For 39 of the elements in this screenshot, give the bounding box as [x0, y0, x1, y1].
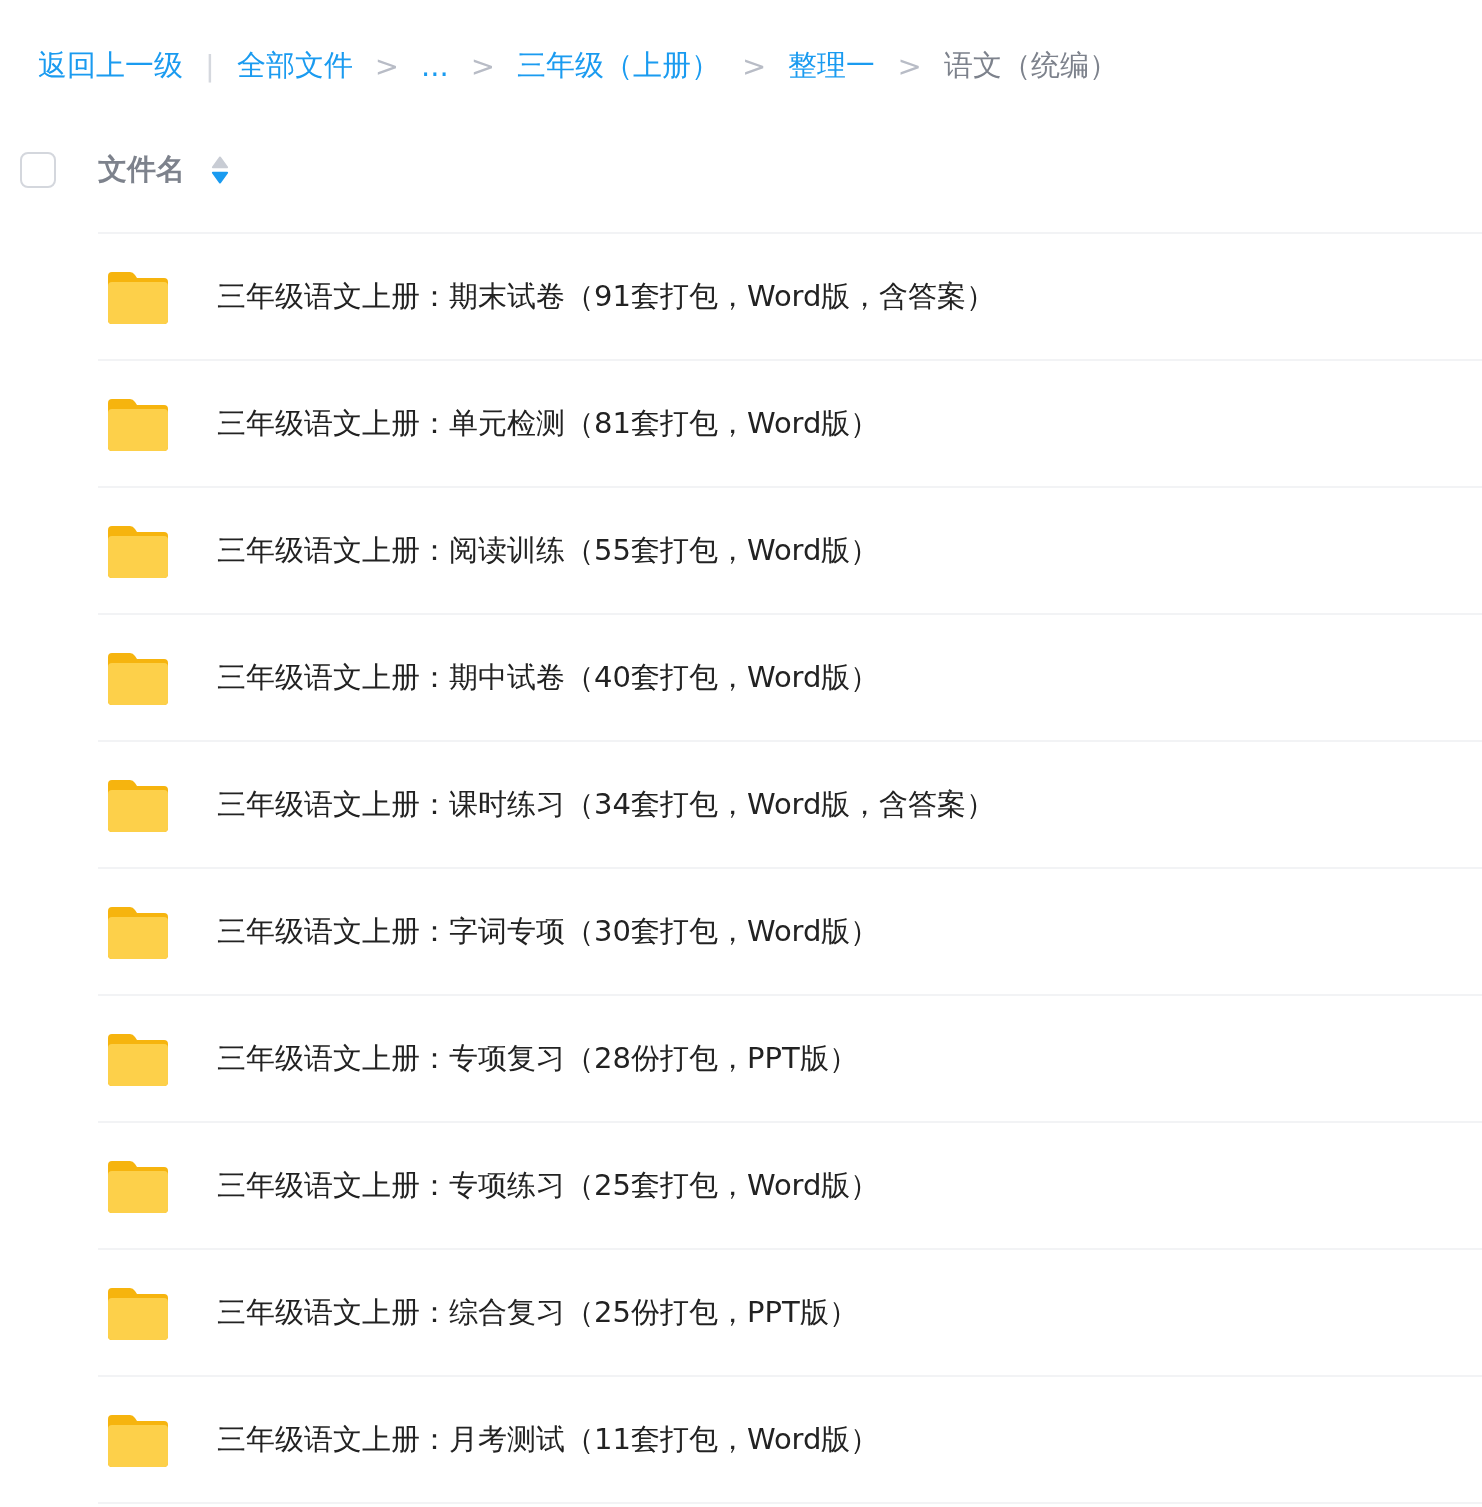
- file-name: 三年级语文上册：期中试卷（40套打包，Word版）: [217, 658, 880, 696]
- select-all-checkbox[interactable]: [20, 152, 56, 188]
- file-row[interactable]: 三年级语文上册：课时练习（34套打包，Word版，含答案）: [98, 742, 1482, 869]
- file-row[interactable]: 三年级语文上册：期中试卷（40套打包，Word版）: [98, 615, 1482, 742]
- file-name: 三年级语文上册：综合复习（25份打包，PPT版）: [217, 1293, 858, 1331]
- file-row[interactable]: 三年级语文上册：阅读训练（55套打包，Word版）: [98, 488, 1482, 615]
- file-name: 三年级语文上册：专项练习（25套打包，Word版）: [217, 1166, 880, 1204]
- file-name: 三年级语文上册：单元检测（81套打包，Word版）: [217, 404, 880, 442]
- breadcrumb-current: 语文（统编）: [943, 47, 1118, 84]
- folder-icon: [108, 650, 168, 705]
- column-header[interactable]: 文件名: [98, 150, 185, 190]
- file-name: 三年级语文上册：专项复习（28份打包，PPT版）: [217, 1039, 858, 1077]
- chevron-separator: >: [374, 49, 400, 83]
- file-row[interactable]: 三年级语文上册：月考测试（11套打包，Word版）: [98, 1377, 1482, 1504]
- folder-icon: [108, 1412, 168, 1467]
- file-row[interactable]: 三年级语文上册：期末试卷（91套打包，Word版，含答案）: [98, 234, 1482, 361]
- folder-icon: [108, 777, 168, 832]
- file-name: 三年级语文上册：月考测试（11套打包，Word版）: [217, 1420, 880, 1458]
- separator: |: [205, 49, 215, 83]
- file-row[interactable]: 三年级语文上册：综合复习（25份打包，PPT版）: [98, 1250, 1482, 1377]
- folder-icon: [108, 269, 168, 324]
- file-row[interactable]: 三年级语文上册：专项练习（25套打包，Word版）: [98, 1123, 1482, 1250]
- folder-icon: [108, 904, 168, 959]
- chevron-separator: >: [897, 49, 922, 83]
- folder-icon: [108, 1285, 168, 1340]
- file-row[interactable]: 三年级语文上册：字词专项（30套打包，Word版）: [98, 869, 1482, 996]
- file-name: 三年级语文上册：期末试卷（91套打包，Word版，含答案）: [217, 277, 996, 315]
- file-row[interactable]: 三年级语文上册：单元检测（81套打包，Word版）: [98, 361, 1482, 488]
- sort-icon[interactable]: [211, 155, 229, 185]
- file-name: 三年级语文上册：字词专项（30套打包，Word版）: [217, 912, 880, 950]
- folder-icon: [108, 523, 168, 578]
- folder-icon: [108, 1031, 168, 1086]
- file-name: 三年级语文上册：阅读训练（55套打包，Word版）: [217, 531, 880, 569]
- folder-icon: [108, 1158, 168, 1213]
- chevron-separator: >: [742, 49, 767, 83]
- file-row[interactable]: 三年级语文上册：专项复习（28份打包，PPT版）: [98, 996, 1482, 1123]
- chevron-separator: >: [470, 49, 496, 83]
- file-name: 三年级语文上册：课时练习（34套打包，Word版，含答案）: [217, 785, 996, 823]
- folder-icon: [108, 396, 168, 451]
